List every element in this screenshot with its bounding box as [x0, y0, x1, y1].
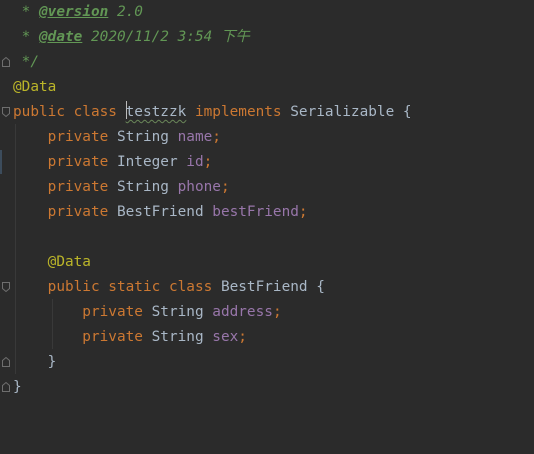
fold-start-icon[interactable] — [2, 107, 10, 117]
code-token: @version — [39, 4, 109, 20]
change-marker[interactable] — [0, 150, 2, 174]
code-token: @Data — [13, 79, 57, 95]
code-line[interactable]: */ — [13, 50, 39, 75]
code-token: public static class — [13, 279, 221, 295]
code-token: } — [13, 354, 57, 370]
code-token: name — [177, 129, 213, 145]
code-line[interactable]: public class testzzk implements Serializ… — [13, 100, 412, 125]
code-line[interactable]: private String sex; — [13, 325, 247, 350]
fold-end-icon[interactable] — [2, 57, 10, 67]
code-token: String — [116, 179, 178, 195]
code-token: implements — [186, 104, 291, 120]
fold-start-icon[interactable] — [2, 282, 10, 292]
code-token: ; — [220, 179, 230, 195]
code-token: ; — [203, 154, 213, 170]
code-token: @date — [39, 29, 83, 45]
code-line[interactable]: * @date 2020/11/2 3:54 下午 — [13, 25, 250, 50]
code-token: String — [116, 129, 178, 145]
code-token: phone — [177, 179, 221, 195]
code-token: private — [13, 179, 117, 195]
fold-end-icon[interactable] — [2, 357, 10, 367]
code-line[interactable]: } — [13, 350, 57, 375]
code-token: } — [13, 379, 22, 395]
code-token: ; — [212, 129, 221, 145]
code-token: public class — [13, 104, 126, 120]
code-token: String — [151, 329, 213, 345]
code-token: BestFriend — [116, 204, 213, 220]
code-token: private — [13, 154, 117, 170]
code-token: private — [13, 329, 152, 345]
code-line[interactable]: private BestFriend bestFriend; — [13, 200, 308, 225]
code-token: Integer — [116, 154, 187, 170]
code-token: private — [13, 129, 117, 145]
code-line[interactable]: private Integer id; — [13, 150, 213, 175]
code-token: bestFriend — [212, 204, 299, 220]
code-token: String — [151, 304, 213, 320]
code-token: * — [13, 4, 39, 20]
code-token: * — [13, 29, 39, 45]
code-token: ; — [298, 204, 308, 220]
fold-end-icon[interactable] — [2, 382, 10, 392]
code-token: @Data — [13, 254, 91, 270]
code-line[interactable]: private String name; — [13, 125, 221, 150]
code-line[interactable]: public static class BestFriend { — [13, 275, 325, 300]
code-token: private — [13, 304, 152, 320]
code-token: 2020/11/2 3:54 下午 — [82, 29, 250, 45]
code-token: ; — [238, 329, 247, 345]
code-token: ; — [272, 304, 282, 320]
code-token: BestFriend { — [220, 279, 325, 295]
code-token: id — [186, 154, 204, 170]
code-line[interactable]: private String phone; — [13, 175, 230, 200]
code-token: Serializable { — [290, 104, 412, 120]
code-token: 2.0 — [108, 4, 143, 20]
code-line[interactable]: private String address; — [13, 300, 282, 325]
code-token: */ — [13, 54, 39, 70]
code-line[interactable]: @Data — [13, 75, 56, 100]
code-token: sex — [212, 329, 239, 345]
code-token: address — [212, 304, 273, 320]
code-line[interactable]: * @version 2.0 — [13, 0, 143, 25]
code-line[interactable]: } — [13, 375, 22, 400]
code-line[interactable]: @Data — [13, 250, 91, 275]
code-token: private — [13, 204, 117, 220]
code-token: testzzk — [125, 104, 187, 120]
